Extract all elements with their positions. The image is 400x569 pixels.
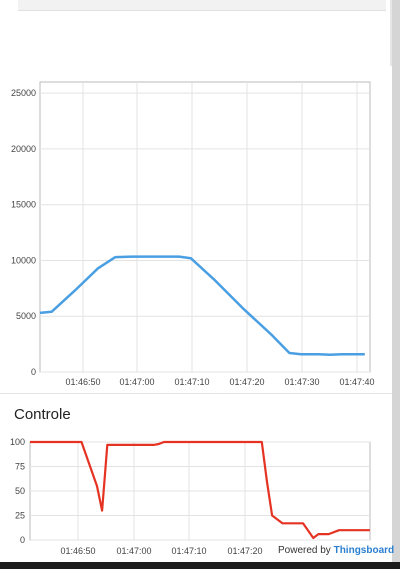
y-tick-label: 75 <box>15 462 25 472</box>
y-tick-label: 0 <box>20 535 25 545</box>
y-tick-label: 25 <box>15 511 25 521</box>
x-tick-label: 01:47:20 <box>227 546 262 556</box>
x-tick-label: 01:47:00 <box>116 546 151 556</box>
x-tick-label: 01:46:50 <box>60 546 95 556</box>
powered-by-footer[interactable]: Powered by Thingsboard <box>278 545 394 556</box>
footer-brand-link[interactable]: Thingsboard <box>334 545 395 556</box>
y-tick-label: 100 <box>10 437 25 447</box>
series-line <box>30 440 370 540</box>
x-tick-label: 01:47:10 <box>171 546 206 556</box>
y-tick-label: 50 <box>15 486 25 496</box>
line-chart-controle: 0 25 50 75 100 01:46:50 01:47:00 01:47:10 01:47:… <box>10 437 371 556</box>
footer-prefix: Powered by <box>278 545 334 556</box>
bottom-bar <box>0 562 400 569</box>
